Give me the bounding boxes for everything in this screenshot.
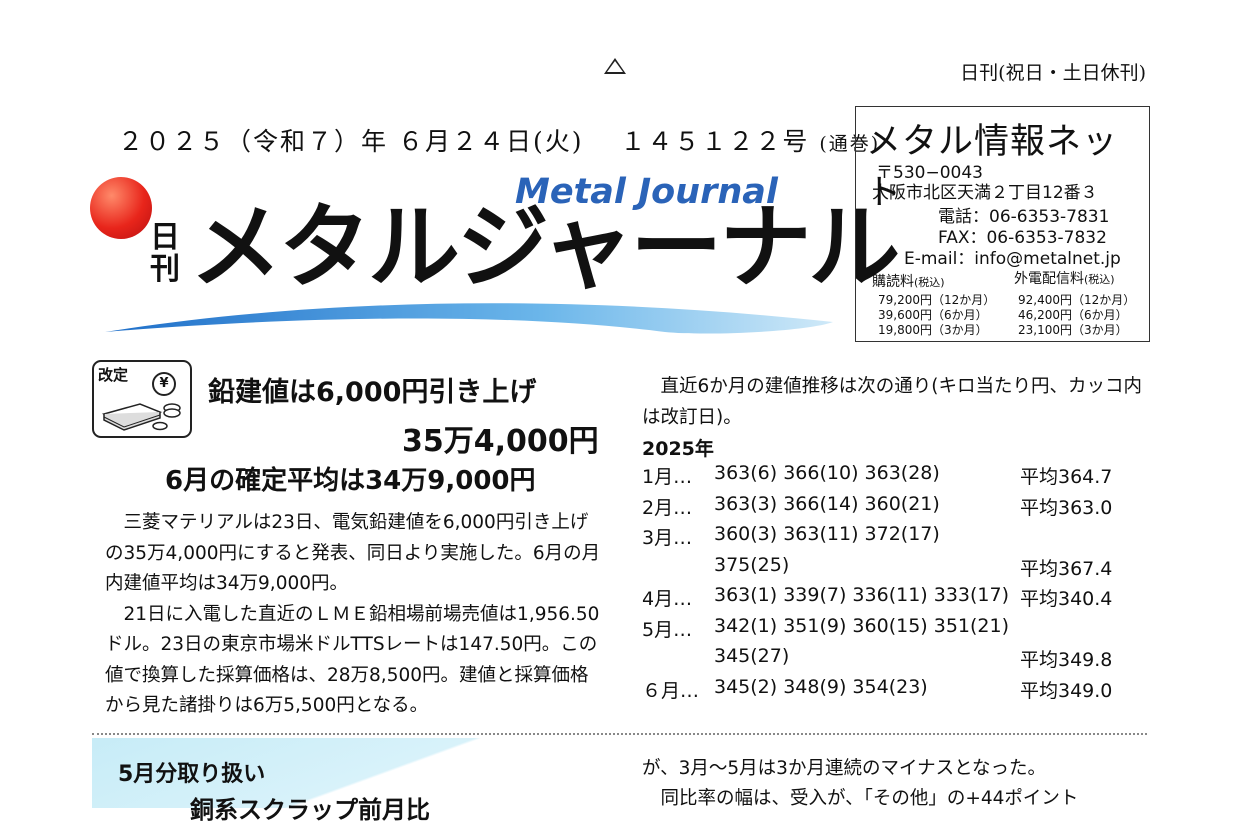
row-values: 360(3) 363(11) 372(17) <box>714 523 940 545</box>
overseas-label: 外電配信料(税込) <box>1014 272 1115 287</box>
next-article-line: が、3月〜5月は3か月連続のマイナスとなった。 <box>642 758 1047 779</box>
headline-price: 35万4,000円 <box>402 424 599 459</box>
subscription-label: 購読料(税込) <box>872 275 945 290</box>
address: 大阪市北区天満２丁目12番３ <box>872 183 1098 203</box>
publication-note: 日刊(祝日・土日休刊) <box>960 62 1146 84</box>
row-average: 平均367.4 <box>1020 557 1113 580</box>
row-average: 平均349.8 <box>1020 649 1113 671</box>
postal-code: 〒530−0043 <box>876 163 983 183</box>
date-line: ２０２５（令和７）年 ６月２４日(火) １４５１２２号 (通巻) <box>118 122 880 158</box>
phone: 電話：06-6353-7831 <box>938 207 1110 227</box>
subscription-price-3: 19,800円（3か月） <box>878 323 988 337</box>
sun-logo-icon <box>90 177 152 239</box>
revision-badge-icon: 改定 ¥ <box>92 360 192 438</box>
row-month: 3月… <box>642 527 693 549</box>
overseas-tax: (税込) <box>1084 273 1115 286</box>
row-average: 平均340.4 <box>1020 588 1113 610</box>
row-month: 2月… <box>642 496 693 519</box>
next-article-text: が、3月〜5月は3か月連続のマイナスとなった。 同比率の幅は、受入が、「その他」… <box>642 754 1142 814</box>
overseas-label-text: 外電配信料 <box>1014 271 1084 287</box>
row-values: 363(1) 339(7) 336(11) 333(17) <box>714 584 1010 606</box>
logo-nikkan: 日刊 <box>150 220 180 287</box>
logo-swoosh-icon <box>105 303 833 334</box>
row-values: 375(25) <box>714 553 790 576</box>
row-month: 5月… <box>642 618 693 641</box>
subscription-label-text: 購読料 <box>872 274 914 290</box>
headline-primary: 鉛建値は6,000円引き上げ <box>208 377 537 408</box>
row-month: ６月… <box>642 679 700 702</box>
row-values: 345(2) 348(9) 354(23) <box>714 675 928 698</box>
trend-intro: 直近6か月の建値推移は次の通り(キロ当たり円、カッコ内は改訂日)。 <box>642 376 1142 428</box>
money-stack-icon <box>101 403 181 431</box>
headline-average: 6月の確定平均は34万9,000円 <box>165 466 536 496</box>
trend-year: 2025年 <box>642 438 714 460</box>
triangle-mark <box>604 58 626 74</box>
overseas-price-6: 46,200円（6か月） <box>1018 308 1128 322</box>
fax: FAX：06-6353-7832 <box>938 228 1107 248</box>
subscription-price-6: 39,600円（6か月） <box>878 308 988 322</box>
subscription-tax: (税込) <box>914 276 945 289</box>
subscription-price-12: 79,200円（12か月） <box>878 293 996 307</box>
row-values: 363(6) 366(10) 363(28) <box>714 462 940 484</box>
next-article-line: 同比率の幅は、受入が、「その他」の+44ポイント <box>660 788 1079 809</box>
overseas-price-12: 92,400円（12か月） <box>1018 293 1136 307</box>
row-average: 平均364.7 <box>1020 466 1113 488</box>
article-body: 三菱マテリアルは23日、電気鉛建値を6,000円引き上げの35万4,000円にす… <box>105 508 601 722</box>
yen-coin-icon: ¥ <box>152 372 176 396</box>
email-text: E-mail：info@metalnet.jp <box>904 249 1121 269</box>
section-divider <box>92 733 1147 735</box>
row-values: 345(27) <box>714 645 790 667</box>
next-article-subtitle: 銅系スクラップ前月比 <box>190 796 430 824</box>
article-paragraph: 21日に入電した直近のＬＭＥ鉛相場前場売値は1,956.50ドル。23日の東京市… <box>105 603 600 717</box>
next-article-title: 5月分取り扱い <box>118 762 266 787</box>
email-address: E-mail：info@metalnet.jp <box>904 249 1121 270</box>
logo-japanese: メタルジャーナル <box>190 194 900 301</box>
row-month: 4月… <box>642 588 693 610</box>
date-text: ２０２５（令和７）年 ６月２４日(火) １４５１２２号 <box>118 127 810 156</box>
row-average: 平均349.0 <box>1020 679 1113 702</box>
row-average: 平均363.0 <box>1020 496 1113 519</box>
publisher-info-box: メタル情報ネット 〒530−0043 大阪市北区天満２丁目12番３ 電話：06-… <box>855 106 1150 342</box>
article-paragraph: 三菱マテリアルは23日、電気鉛建値を6,000円引き上げの35万4,000円にす… <box>105 512 601 594</box>
overseas-price-3: 23,100円（3か月） <box>1018 323 1128 337</box>
row-values: 363(3) 366(14) 360(21) <box>714 492 940 515</box>
badge-text: 改定 <box>98 366 129 384</box>
row-values: 342(1) 351(9) 360(15) 351(21) <box>714 614 1010 637</box>
row-month: 1月… <box>642 466 693 488</box>
